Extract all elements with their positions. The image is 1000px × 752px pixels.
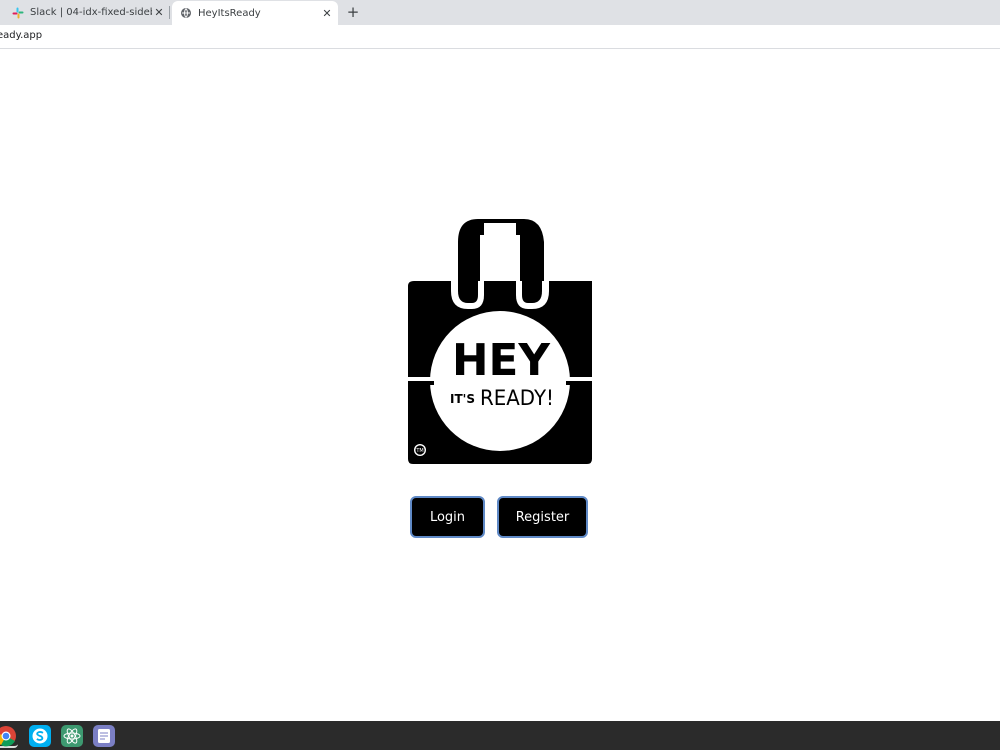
chrome-icon[interactable] — [0, 724, 18, 748]
tab-label: HeyItsReady — [198, 7, 261, 19]
page-content: HEY IT'S READY! TM Login Register — [0, 49, 1000, 721]
url-text[interactable]: eady.app — [0, 30, 42, 41]
taskbar — [0, 721, 1000, 750]
login-button[interactable]: Login — [410, 496, 485, 538]
new-tab-button[interactable]: + — [344, 2, 362, 22]
logo-word-its: IT'S — [450, 392, 475, 406]
tab-slack[interactable]: Slack | 04-idx-fixed-sidebar | C ✕ — [0, 0, 170, 25]
register-button[interactable]: Register — [497, 496, 588, 538]
skype-icon[interactable] — [28, 724, 52, 748]
atom-icon[interactable] — [60, 724, 84, 748]
logo-word-hey: HEY — [452, 335, 551, 386]
close-icon[interactable]: ✕ — [152, 6, 166, 19]
tab-label: Slack | 04-idx-fixed-sidebar | C — [30, 7, 152, 18]
close-icon[interactable]: ✕ — [320, 7, 334, 20]
address-bar[interactable]: eady.app — [0, 25, 1000, 49]
tab-strip: Slack | 04-idx-fixed-sidebar | C ✕ HeyIt… — [0, 0, 1000, 25]
trademark-mark: TM — [415, 448, 423, 454]
hey-its-ready-logo: HEY IT'S READY! TM — [408, 219, 592, 464]
logo-word-ready: READY! — [480, 386, 554, 410]
slack-icon — [12, 7, 24, 18]
globe-icon — [181, 8, 191, 18]
notes-icon[interactable] — [92, 724, 116, 748]
tab-heyitsready[interactable]: HeyItsReady ✕ — [172, 1, 338, 25]
